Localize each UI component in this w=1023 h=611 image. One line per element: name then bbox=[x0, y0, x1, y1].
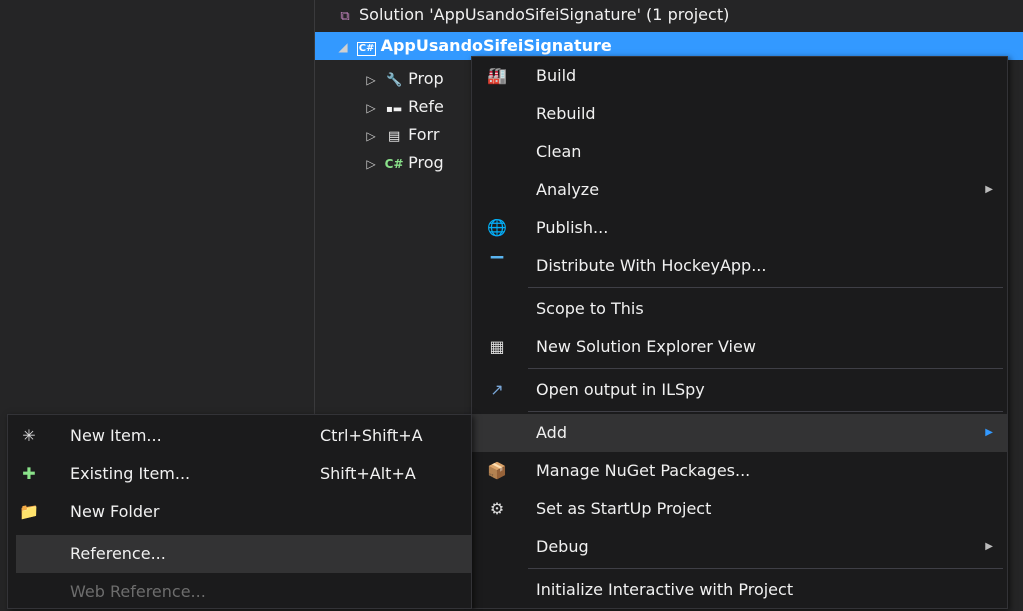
submenu-arrow-icon: ▶ bbox=[985, 184, 993, 195]
form-icon: ▤ bbox=[387, 129, 401, 144]
project-label: AppUsandoSifeiSignature bbox=[380, 36, 612, 55]
menu-item-add[interactable]: Add ▶ bbox=[472, 414, 1007, 452]
references-icon: ▪▬ bbox=[385, 104, 403, 115]
tree-item-properties[interactable]: ▷ 🔧 Prop bbox=[363, 65, 444, 94]
menu-item-clean[interactable]: Clean bbox=[472, 133, 1007, 171]
menu-item-label: Add bbox=[536, 423, 567, 442]
menu-item-label: Set as StartUp Project bbox=[536, 499, 712, 518]
menu-item-label: Reference... bbox=[70, 544, 166, 563]
menu-item-label: Build bbox=[536, 66, 577, 85]
tree-item-form[interactable]: ▷ ▤ Forr bbox=[363, 121, 439, 149]
gear-icon: ⚙ bbox=[489, 499, 505, 518]
solution-node[interactable]: ⧉ Solution 'AppUsandoSifeiSignature' (1 p… bbox=[335, 1, 729, 29]
menu-item-label: Web Reference... bbox=[70, 582, 206, 601]
menu-item-set-startup[interactable]: ⚙ Set as StartUp Project bbox=[472, 490, 1007, 528]
expand-arrow-icon[interactable]: ▷ bbox=[363, 66, 379, 94]
tree-item-label: Refe bbox=[408, 97, 444, 116]
menu-item-shortcut: Shift+Alt+A bbox=[320, 464, 416, 483]
new-item-icon: ✳ bbox=[22, 426, 36, 445]
menu-item-new-solution-explorer-view[interactable]: ▦ New Solution Explorer View bbox=[472, 328, 1007, 366]
submenu-item-new-item[interactable]: ✳ New Item... Ctrl+Shift+A bbox=[8, 417, 471, 455]
submenu-arrow-icon: ▶ bbox=[985, 541, 993, 552]
menu-separator bbox=[528, 411, 1003, 412]
menu-item-label: Manage NuGet Packages... bbox=[536, 461, 751, 480]
solution-label: Solution 'AppUsandoSifeiSignature' (1 pr… bbox=[359, 5, 730, 24]
menu-item-publish[interactable]: 🌐 Publish... bbox=[472, 209, 1007, 247]
existing-item-icon: ✚ bbox=[22, 464, 36, 483]
nuget-icon: 📦 bbox=[487, 461, 507, 480]
submenu-item-new-folder[interactable]: 📁 New Folder bbox=[8, 493, 471, 531]
tree-item-references[interactable]: ▷ ▪▬ Refe bbox=[363, 93, 444, 122]
menu-item-label: Existing Item... bbox=[70, 464, 191, 483]
menu-item-build[interactable]: 🏭 Build bbox=[472, 57, 1007, 95]
menu-item-label: Publish... bbox=[536, 218, 609, 237]
wrench-icon: 🔧 bbox=[386, 73, 403, 88]
tree-item-program[interactable]: ▷ C# Prog bbox=[363, 149, 444, 178]
menu-item-rebuild[interactable]: Rebuild bbox=[472, 95, 1007, 133]
menu-item-distribute-hockeyapp[interactable]: ▔ Distribute With HockeyApp... bbox=[472, 247, 1007, 285]
menu-item-initialize-interactive[interactable]: Initialize Interactive with Project bbox=[472, 571, 1007, 609]
menu-item-debug[interactable]: Debug ▶ bbox=[472, 528, 1007, 566]
menu-separator bbox=[528, 368, 1003, 369]
menu-item-label: Clean bbox=[536, 142, 582, 161]
menu-item-scope-to-this[interactable]: Scope to This bbox=[472, 290, 1007, 328]
menu-item-label: New Folder bbox=[70, 502, 160, 521]
menu-separator bbox=[528, 568, 1003, 569]
submenu-arrow-icon: ▶ bbox=[985, 427, 993, 438]
menu-item-label: New Solution Explorer View bbox=[536, 337, 756, 356]
menu-item-analyze[interactable]: Analyze ▶ bbox=[472, 171, 1007, 209]
menu-item-label: Distribute With HockeyApp... bbox=[536, 256, 767, 275]
menu-item-open-ilspy[interactable]: ↗ Open output in ILSpy bbox=[472, 371, 1007, 409]
hockeyapp-icon: ▔ bbox=[490, 256, 504, 275]
publish-icon: 🌐 bbox=[487, 218, 507, 237]
collapse-arrow-icon[interactable]: ◢ bbox=[335, 33, 351, 61]
menu-item-label: Debug bbox=[536, 537, 589, 556]
menu-item-manage-nuget[interactable]: 📦 Manage NuGet Packages... bbox=[472, 452, 1007, 490]
tree-item-label: Forr bbox=[408, 125, 440, 144]
project-context-menu: 🏭 Build Rebuild Clean Analyze ▶ 🌐 Publis… bbox=[471, 56, 1008, 609]
solution-icon: ⧉ bbox=[340, 9, 350, 24]
submenu-item-existing-item[interactable]: ✚ Existing Item... Shift+Alt+A bbox=[8, 455, 471, 493]
submenu-item-reference[interactable]: Reference... bbox=[16, 535, 471, 573]
menu-separator bbox=[528, 287, 1003, 288]
menu-item-label: Initialize Interactive with Project bbox=[536, 580, 794, 599]
menu-item-label: Analyze bbox=[536, 180, 600, 199]
ilspy-icon: ↗ bbox=[490, 380, 504, 399]
tree-item-label: Prop bbox=[408, 69, 444, 88]
menu-item-label: Scope to This bbox=[536, 299, 644, 318]
csharp-project-icon: C# bbox=[356, 42, 377, 56]
menu-item-label: Rebuild bbox=[536, 104, 596, 123]
menu-item-shortcut: Ctrl+Shift+A bbox=[320, 426, 423, 445]
add-submenu: ✳ New Item... Ctrl+Shift+A ✚ Existing It… bbox=[7, 414, 472, 609]
expand-arrow-icon[interactable]: ▷ bbox=[363, 94, 379, 122]
csharp-file-icon: C# bbox=[384, 157, 404, 171]
build-icon: 🏭 bbox=[487, 66, 507, 85]
new-folder-icon: 📁 bbox=[19, 502, 39, 521]
menu-item-label: Open output in ILSpy bbox=[536, 380, 705, 399]
submenu-item-web-reference: Web Reference... bbox=[8, 573, 471, 611]
tree-item-label: Prog bbox=[408, 153, 444, 172]
expand-arrow-icon[interactable]: ▷ bbox=[363, 150, 379, 178]
expand-arrow-icon[interactable]: ▷ bbox=[363, 122, 379, 150]
solution-explorer-view-icon: ▦ bbox=[489, 337, 505, 356]
menu-item-label: New Item... bbox=[70, 426, 162, 445]
